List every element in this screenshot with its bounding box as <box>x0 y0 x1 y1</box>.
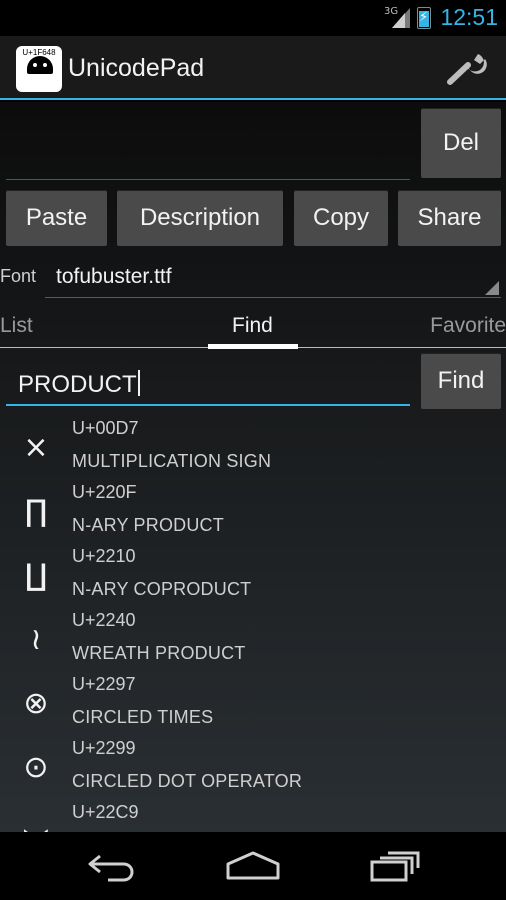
results-list[interactable]: × U+00D7 MULTIPLICATION SIGN ∏ U+220F N-… <box>0 416 506 832</box>
list-item[interactable]: ⋉ U+22C9 <box>0 800 506 832</box>
result-code: U+2210 <box>72 546 136 566</box>
font-label: Font <box>0 266 37 286</box>
result-glyph: ∐ <box>24 558 48 593</box>
app-logo-code: U+1F648 <box>22 48 56 57</box>
list-item[interactable]: ≀ U+2240 WREATH PRODUCT <box>0 608 506 672</box>
tab-find[interactable]: Find <box>232 314 273 338</box>
description-button[interactable]: Description <box>117 190 283 246</box>
share-button[interactable]: Share <box>398 190 501 246</box>
main-content: Del Paste Description Copy Share Font to… <box>0 102 506 832</box>
list-item[interactable]: × U+00D7 MULTIPLICATION SIGN <box>0 416 506 480</box>
delete-button[interactable]: Del <box>421 108 501 178</box>
clock: 12:51 <box>440 4 498 30</box>
result-glyph: × <box>23 430 49 465</box>
result-name: CIRCLED TIMES <box>72 707 214 727</box>
result-glyph: ⊗ <box>23 686 49 721</box>
result-glyph: ⋉ <box>14 822 58 832</box>
result-code: U+2299 <box>72 738 136 758</box>
tab-list[interactable]: List <box>0 314 33 338</box>
text-caret <box>137 370 140 396</box>
font-value: tofubuster.ttf <box>56 265 172 288</box>
result-name: MULTIPLICATION SIGN <box>72 451 272 471</box>
search-text: PRODUCT <box>18 370 140 399</box>
result-code: U+2297 <box>72 674 136 694</box>
search-input[interactable]: PRODUCT <box>6 356 410 406</box>
list-item[interactable]: ⊙ U+2299 CIRCLED DOT OPERATOR <box>0 736 506 800</box>
paste-button[interactable]: Paste <box>6 190 107 246</box>
signal-icon <box>392 8 410 28</box>
back-icon[interactable] <box>86 850 140 882</box>
result-glyph: ⊙ <box>23 750 49 785</box>
tab-favorite[interactable]: Favorite <box>430 314 506 338</box>
result-code: U+2240 <box>72 610 136 630</box>
font-spinner[interactable]: tofubuster.ttf <box>45 258 501 298</box>
result-name: CIRCLED DOT OPERATOR <box>72 771 303 791</box>
tab-bar: List Find Favorite <box>0 306 506 349</box>
navigation-bar <box>0 832 506 900</box>
action-bar: U+1F648 UnicodePad <box>0 36 506 100</box>
battery-icon: ⚡ <box>417 7 431 29</box>
app-logo[interactable]: U+1F648 <box>16 46 62 92</box>
result-glyph: ≀ <box>30 622 42 657</box>
recents-icon[interactable] <box>368 850 422 882</box>
result-name: N-ARY PRODUCT <box>72 515 224 535</box>
list-item[interactable]: ∏ U+220F N-ARY PRODUCT <box>0 480 506 544</box>
result-name: N-ARY COPRODUCT <box>72 579 252 599</box>
list-item[interactable]: ⊗ U+2297 CIRCLED TIMES <box>0 672 506 736</box>
result-code: U+22C9 <box>72 802 139 822</box>
app-title: UnicodePad <box>68 54 205 82</box>
wrench-icon[interactable] <box>444 50 488 86</box>
status-bar: 3G ⚡ 12:51 <box>0 0 506 36</box>
result-code: U+220F <box>72 482 137 502</box>
tab-indicator <box>208 344 298 349</box>
list-item[interactable]: ∐ U+2210 N-ARY COPRODUCT <box>0 544 506 608</box>
home-icon[interactable] <box>224 850 282 882</box>
edit-text-field[interactable] <box>6 114 410 180</box>
result-glyph: ∏ <box>24 494 48 529</box>
result-code: U+00D7 <box>72 418 139 438</box>
spinner-arrow-icon <box>485 281 499 295</box>
result-name: WREATH PRODUCT <box>72 643 246 663</box>
copy-button[interactable]: Copy <box>294 190 388 246</box>
find-button[interactable]: Find <box>421 353 501 409</box>
